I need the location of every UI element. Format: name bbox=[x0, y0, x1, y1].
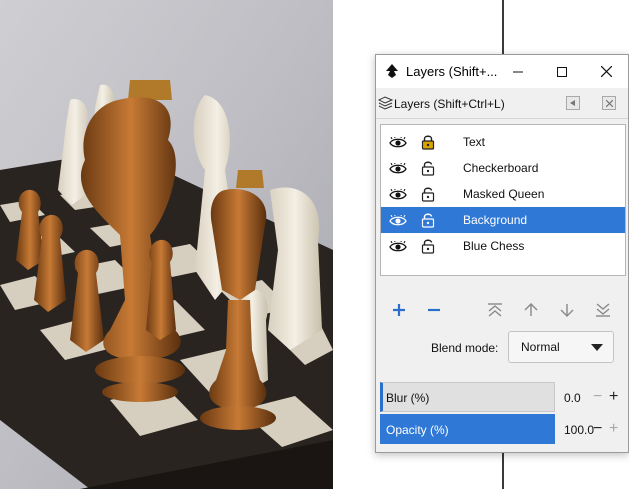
blend-mode-select[interactable]: Normal bbox=[508, 331, 614, 363]
maximize-icon bbox=[557, 66, 567, 77]
layers-list[interactable]: Text Checkerboard Masked Queen Background Bl… bbox=[380, 124, 626, 276]
tab-close-button[interactable] bbox=[602, 96, 616, 110]
triangle-left-icon bbox=[570, 100, 575, 106]
lock-open-icon[interactable] bbox=[421, 160, 435, 181]
raise-to-top-icon bbox=[488, 303, 502, 317]
eye-visibility-icon[interactable] bbox=[389, 161, 407, 180]
raise-icon bbox=[524, 303, 538, 316]
opacity-slider[interactable]: Opacity (%) 100.0 bbox=[380, 414, 594, 444]
close-icon bbox=[600, 66, 612, 77]
close-icon bbox=[605, 99, 613, 107]
eye-visibility-icon[interactable] bbox=[389, 187, 407, 206]
layer-row[interactable]: Text bbox=[381, 129, 625, 155]
blend-mode-value: Normal bbox=[521, 340, 560, 354]
maximize-button[interactable] bbox=[540, 55, 584, 88]
dialog-title: Layers (Shift+... bbox=[406, 64, 498, 79]
eye-visibility-icon[interactable] bbox=[389, 135, 407, 154]
chess-photo bbox=[0, 0, 333, 489]
inkscape-logo-icon bbox=[386, 64, 398, 78]
blend-mode-label: Blend mode: bbox=[431, 341, 499, 355]
minimize-button[interactable] bbox=[496, 55, 540, 88]
eye-visibility-icon[interactable] bbox=[389, 239, 407, 258]
lock-open-icon[interactable] bbox=[421, 186, 435, 207]
close-button[interactable] bbox=[584, 55, 628, 88]
layer-row[interactable]: Masked Queen bbox=[381, 181, 625, 207]
layer-row[interactable]: Blue Chess bbox=[381, 233, 625, 259]
add-layer-button[interactable] bbox=[388, 299, 410, 321]
blur-decrement-button[interactable]: − bbox=[593, 389, 602, 405]
blur-label: Blur (%) bbox=[386, 391, 430, 405]
dialog-tab-header: Layers (Shift+Ctrl+L) bbox=[376, 88, 628, 119]
layer-name: Blue Chess bbox=[463, 239, 525, 253]
raise-layer-button[interactable] bbox=[520, 299, 542, 321]
chess-photo-image bbox=[0, 0, 333, 489]
lower-layer-button[interactable] bbox=[556, 299, 578, 321]
lock-closed-icon[interactable] bbox=[421, 134, 435, 155]
remove-layer-button[interactable] bbox=[423, 299, 445, 321]
dialog-titlebar[interactable]: Layers (Shift+... bbox=[376, 55, 628, 88]
lower-icon bbox=[560, 304, 574, 317]
tab-menu-button[interactable] bbox=[566, 96, 580, 110]
layers-icon bbox=[378, 96, 393, 110]
minimize-icon bbox=[513, 71, 523, 72]
layer-row[interactable]: Checkerboard bbox=[381, 155, 625, 181]
tab-layers-label[interactable]: Layers (Shift+Ctrl+L) bbox=[394, 97, 505, 111]
canvas-guide-line-bottom bbox=[502, 452, 504, 489]
opacity-value: 100.0 bbox=[564, 423, 595, 437]
opacity-decrement-button[interactable]: − bbox=[593, 421, 602, 437]
lock-open-icon[interactable] bbox=[421, 238, 435, 259]
lower-to-bottom-icon bbox=[596, 303, 610, 317]
eye-visibility-icon[interactable] bbox=[389, 213, 407, 232]
layer-name: Text bbox=[463, 135, 486, 149]
layer-name: Checkerboard bbox=[463, 161, 539, 175]
lower-to-bottom-button[interactable] bbox=[592, 299, 614, 321]
blur-slider[interactable]: Blur (%) 0.0 bbox=[380, 382, 581, 412]
minus-icon bbox=[428, 308, 440, 312]
canvas-guide-line-top bbox=[502, 0, 504, 54]
blur-value: 0.0 bbox=[564, 391, 581, 405]
lock-open-icon[interactable] bbox=[421, 212, 435, 233]
raise-to-top-button[interactable] bbox=[484, 299, 506, 321]
chevron-down-icon bbox=[591, 344, 603, 351]
layer-row[interactable]: Background bbox=[381, 207, 625, 233]
plus-icon bbox=[393, 304, 405, 316]
blur-increment-button[interactable]: + bbox=[609, 389, 618, 405]
layer-name: Background bbox=[463, 213, 528, 227]
layer-name: Masked Queen bbox=[463, 187, 545, 201]
opacity-increment-button[interactable]: + bbox=[609, 421, 618, 437]
opacity-label: Opacity (%) bbox=[386, 423, 449, 437]
layers-dialog: Layers (Shift+... Layers (Shift+Ctrl+L) … bbox=[375, 54, 629, 453]
